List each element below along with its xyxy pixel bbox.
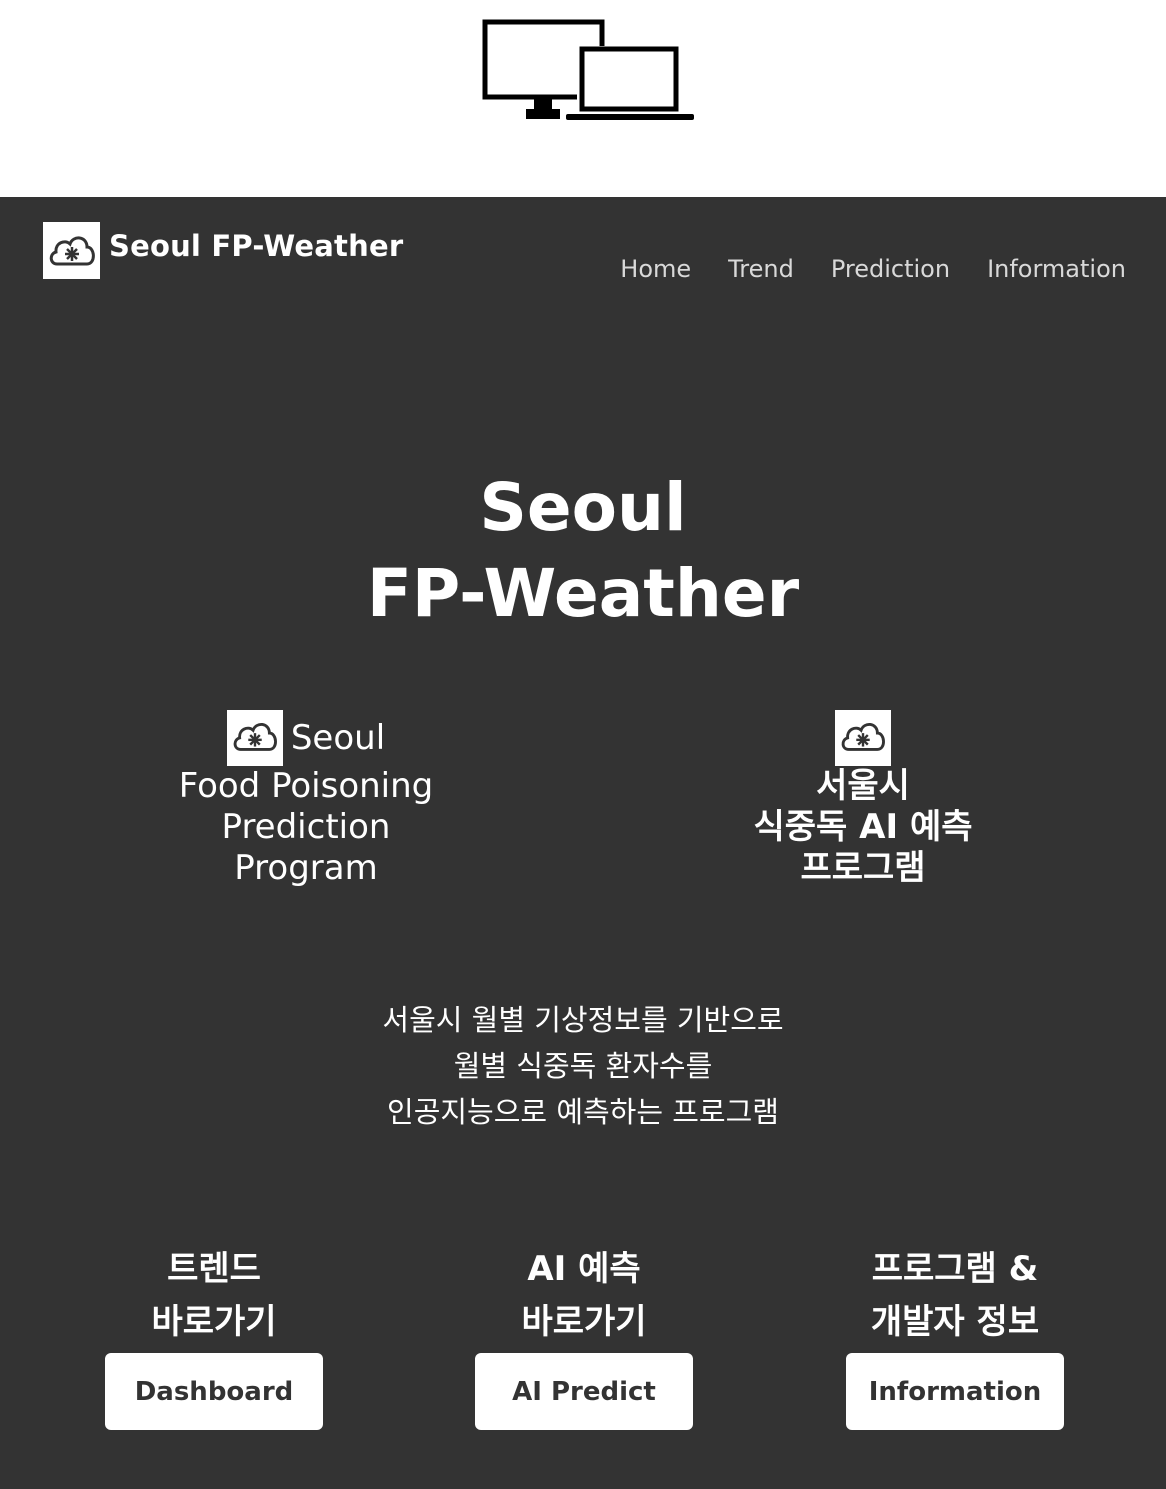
cta-information: 프로그램 & 개발자 정보 Information [785,1243,1125,1430]
main-nav: Home Trend Prediction Information [583,255,1126,283]
cta-label-line: 바로가기 [151,1302,277,1342]
dashboard-button[interactable]: Dashboard [105,1353,323,1430]
feature-korean-line: 프로그램 [800,848,926,888]
top-banner [0,0,1166,197]
cta-label-line: 프로그램 & [871,1249,1039,1289]
information-button[interactable]: Information [846,1353,1064,1430]
feature-english-line: Food Poisoning [178,766,434,806]
feature-english-line: Prediction [221,807,391,847]
cta-trend: 트렌드 바로가기 Dashboard [44,1243,384,1430]
cloud-snowflake-icon [49,236,95,266]
description-line: 월별 식중독 환자수를 [453,1049,713,1083]
brand-logo [43,221,100,279]
feature-korean: 서울시 식중독 AI 예측 프로그램 [690,710,1036,889]
cloud-snowflake-icon [233,723,277,751]
feature-english-line: Program [234,848,378,888]
hero-title: Seoul FP-Weather [0,465,1166,637]
ai-predict-button[interactable]: AI Predict [475,1353,693,1430]
feature-logo [835,710,891,766]
cloud-snowflake-icon [841,723,885,751]
feature-logo [226,710,283,766]
description-line: 인공지능으로 예측하는 프로그램 [387,1095,779,1129]
cta-label-line: 바로가기 [521,1302,647,1342]
program-description: 서울시 월별 기상정보를 기반으로 월별 식중독 환자수를 인공지능으로 예측하… [0,997,1166,1135]
feature-english: Seoul Food Poisoning Prediction Program [113,710,499,889]
cta-label-line: 개발자 정보 [870,1302,1040,1342]
nav-trend[interactable]: Trend [728,255,794,283]
cta-label: AI 예측 바로가기 [414,1243,754,1349]
hero-title-line1: Seoul [479,469,687,546]
nav-information[interactable]: Information [987,255,1126,283]
feature-korean-line: 서울시 [816,766,910,806]
devices-icon [482,19,694,120]
cta-ai-predict: AI 예측 바로가기 AI Predict [414,1243,754,1430]
main-page: Seoul FP-Weather Home Trend Prediction I… [0,197,1166,1489]
cta-label-line: AI 예측 [527,1249,641,1289]
nav-home[interactable]: Home [620,255,691,283]
brand-name: Seoul FP-Weather [109,229,404,263]
feature-english-line: Seoul [290,717,386,758]
hero-title-line2: FP-Weather [366,555,800,632]
nav-prediction[interactable]: Prediction [831,255,950,283]
brand[interactable]: Seoul FP-Weather [43,221,403,279]
cta-label: 프로그램 & 개발자 정보 [785,1243,1125,1349]
cta-label-line: 트렌드 [167,1249,261,1289]
cta-label: 트렌드 바로가기 [44,1243,384,1349]
feature-korean-line: 식중독 AI 예측 [753,807,973,847]
description-line: 서울시 월별 기상정보를 기반으로 [382,1003,784,1037]
